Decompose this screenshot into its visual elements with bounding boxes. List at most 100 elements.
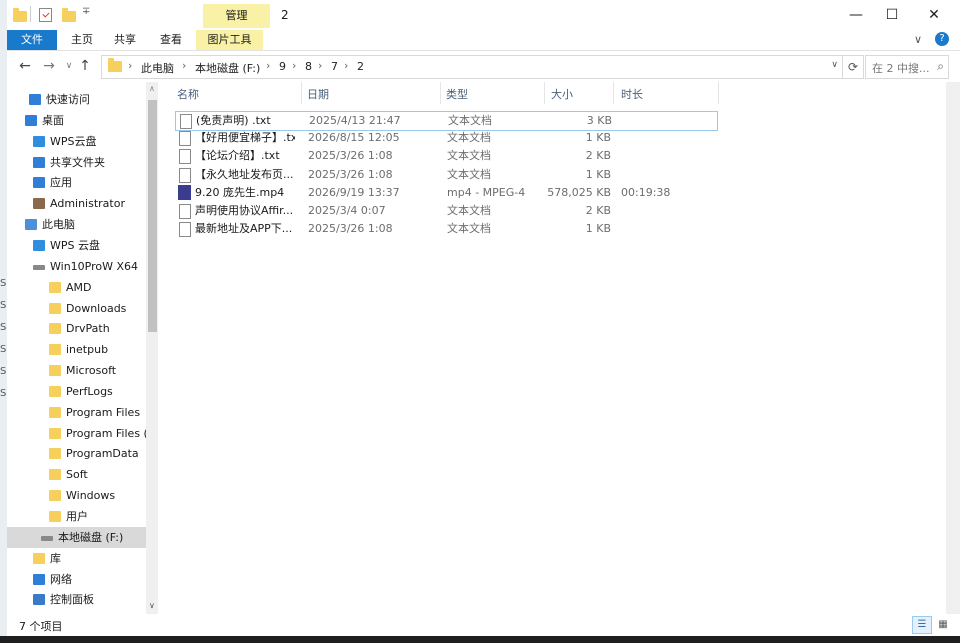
nav-item[interactable]: Administrator [7,193,147,214]
nav-item[interactable]: Program Files ( [7,423,147,444]
manage-tab[interactable]: 管理 [203,4,270,28]
nav-item-label: 此电脑 [42,218,75,232]
quick-access-dropdown-icon[interactable]: ∓ [82,6,90,17]
folder-icon [49,385,61,397]
maximize-button[interactable]: ☐ [869,0,915,30]
nav-item[interactable]: inetpub [7,339,147,360]
nav-item-label: ProgramData [66,447,139,461]
text-file-icon [180,114,192,129]
file-row[interactable]: 【好用便宜梯子】.txt 2026/8/15 12:05 文本文档 1 KB [175,129,715,147]
nav-item[interactable]: 网络 [7,569,147,590]
nav-item[interactable]: 用户 [7,506,147,527]
file-type: 文本文档 [447,131,491,145]
file-size: 1 KB [585,222,611,236]
desktop-edge: S S S S S S [0,0,7,643]
nav-item[interactable]: 本地磁盘 (F:) [7,526,147,548]
breadcrumb-8[interactable]: 8 [305,60,312,73]
nav-item[interactable]: Program Files [7,402,147,423]
video-file-icon [178,184,191,200]
file-list-scrollbar[interactable] [946,82,960,614]
breadcrumb-this-pc[interactable]: 此电脑 [141,60,174,76]
nav-item[interactable]: Downloads [7,298,147,319]
column-header-type[interactable]: 类型 [446,86,468,102]
navigation-pane: 快速访问桌面 WPS云盘 共享文件夹 应用 Administrator 此电脑 WPS 云盘… [7,82,158,614]
nav-item[interactable]: PerfLogs [7,381,147,402]
nav-item[interactable]: AMD [7,277,147,298]
help-icon[interactable]: ? [935,32,949,46]
new-folder-icon[interactable] [62,8,76,22]
nav-item[interactable]: 共享文件夹 [7,152,147,173]
star-icon [29,94,41,105]
close-button[interactable]: ✕ [911,0,957,30]
nav-item[interactable]: ProgramData [7,443,147,464]
file-row[interactable]: 【论坛介绍】.txt 2025/3/26 1:08 文本文档 2 KB [175,147,715,165]
breadcrumb-2[interactable]: 2 [357,60,364,73]
edge-char: S [0,278,7,289]
item-count: 7 个项目 [19,620,63,633]
back-button[interactable]: ← [15,56,35,76]
nav-item[interactable]: Microsoft [7,360,147,381]
folder-icon [49,448,61,460]
nav-item[interactable]: 控制面板 [7,589,147,610]
nav-item-label: 桌面 [42,113,64,127]
file-row[interactable]: 声明使用协议Affir... 2025/3/4 0:07 文本文档 2 KB [175,202,715,220]
tab-home[interactable]: 主页 [62,30,102,50]
cloud-icon [33,239,45,251]
column-header-duration[interactable]: 时长 [621,86,643,102]
breadcrumb-9[interactable]: 9 [279,60,286,73]
file-row[interactable]: 最新地址及APP下... 2025/3/26 1:08 文本文档 1 KB [175,220,715,238]
breadcrumb-separator: › [182,59,187,72]
scroll-up-icon[interactable]: ∧ [149,84,155,93]
refresh-button[interactable]: ⟳ [842,55,864,79]
nav-item[interactable]: 快速访问 [7,89,147,110]
tab-share[interactable]: 共享 [105,30,145,50]
file-name: 【好用便宜梯子】.txt [195,131,295,145]
nav-item-label: 本地磁盘 (F:) [58,530,124,544]
nav-item[interactable]: 此电脑 [7,214,147,235]
nav-item[interactable]: Windows [7,485,147,506]
nav-item-label: Win10ProW X64 [50,259,139,273]
large-icons-view-icon[interactable]: ▦ [933,616,953,634]
address-dropdown-icon[interactable]: ∨ [831,60,838,70]
ribbon-collapse-icon[interactable]: ∨ [914,33,922,46]
nav-item[interactable]: WPS 云盘 [7,235,147,256]
column-header-date[interactable]: 日期 [307,86,329,102]
up-button[interactable]: ↑ [75,56,95,76]
nav-scroll-thumb[interactable] [148,100,157,332]
nav-item[interactable]: 应用 [7,172,147,193]
nav-item[interactable]: Win10ProW X64 [7,256,147,277]
nav-item-label: PerfLogs [66,384,113,398]
file-row[interactable]: 9.20 庞先生.mp4 2026/9/19 13:37 mp4 - MPEG-4 … [175,184,715,202]
address-bar[interactable]: › 此电脑 › 本地磁盘 (F:) › 9 › 8 › 7 › 2 ∨ [101,55,843,79]
file-row[interactable]: (免责声明) .txt 2025/4/13 21:47 文本文档 3 KB [175,111,718,131]
column-header-size[interactable]: 大小 [551,86,573,102]
scroll-down-icon[interactable]: ∨ [149,601,155,610]
nav-item-label: Microsoft [66,364,117,378]
file-size: 2 KB [585,149,611,163]
nav-item[interactable]: 库 [7,548,147,569]
tab-file[interactable]: 文件 [7,30,57,50]
file-name: (免责声明) .txt [196,114,271,127]
nav-item[interactable]: 桌面 [7,110,147,131]
properties-icon[interactable] [39,8,52,22]
search-input[interactable]: 在 2 中搜... ⌕ [865,55,949,79]
nav-item-label: 库 [50,551,61,565]
forward-button[interactable]: → [39,56,59,76]
column-header-name[interactable]: 名称 [177,86,199,102]
pc-icon [25,219,37,231]
network-icon [33,573,45,585]
nav-item[interactable]: Soft [7,464,147,485]
tab-picture-tools[interactable]: 图片工具 [196,30,263,50]
folder-icon [49,427,61,439]
breadcrumb-local-disk[interactable]: 本地磁盘 (F:) [195,60,260,76]
breadcrumb-separator: › [318,59,323,72]
nav-item[interactable]: DrvPath [7,318,147,339]
folder-icon [13,8,27,22]
nav-item[interactable]: WPS云盘 [7,131,147,152]
breadcrumb-7[interactable]: 7 [331,60,338,73]
folder-icon [108,58,122,72]
tab-view[interactable]: 查看 [151,30,191,50]
file-row[interactable]: 【永久地址发布页... 2025/3/26 1:08 文本文档 1 KB [175,166,715,184]
title-bar: ∓ 管理 2 — ☐ ✕ [7,0,960,30]
details-view-icon[interactable]: ☰ [912,616,932,634]
